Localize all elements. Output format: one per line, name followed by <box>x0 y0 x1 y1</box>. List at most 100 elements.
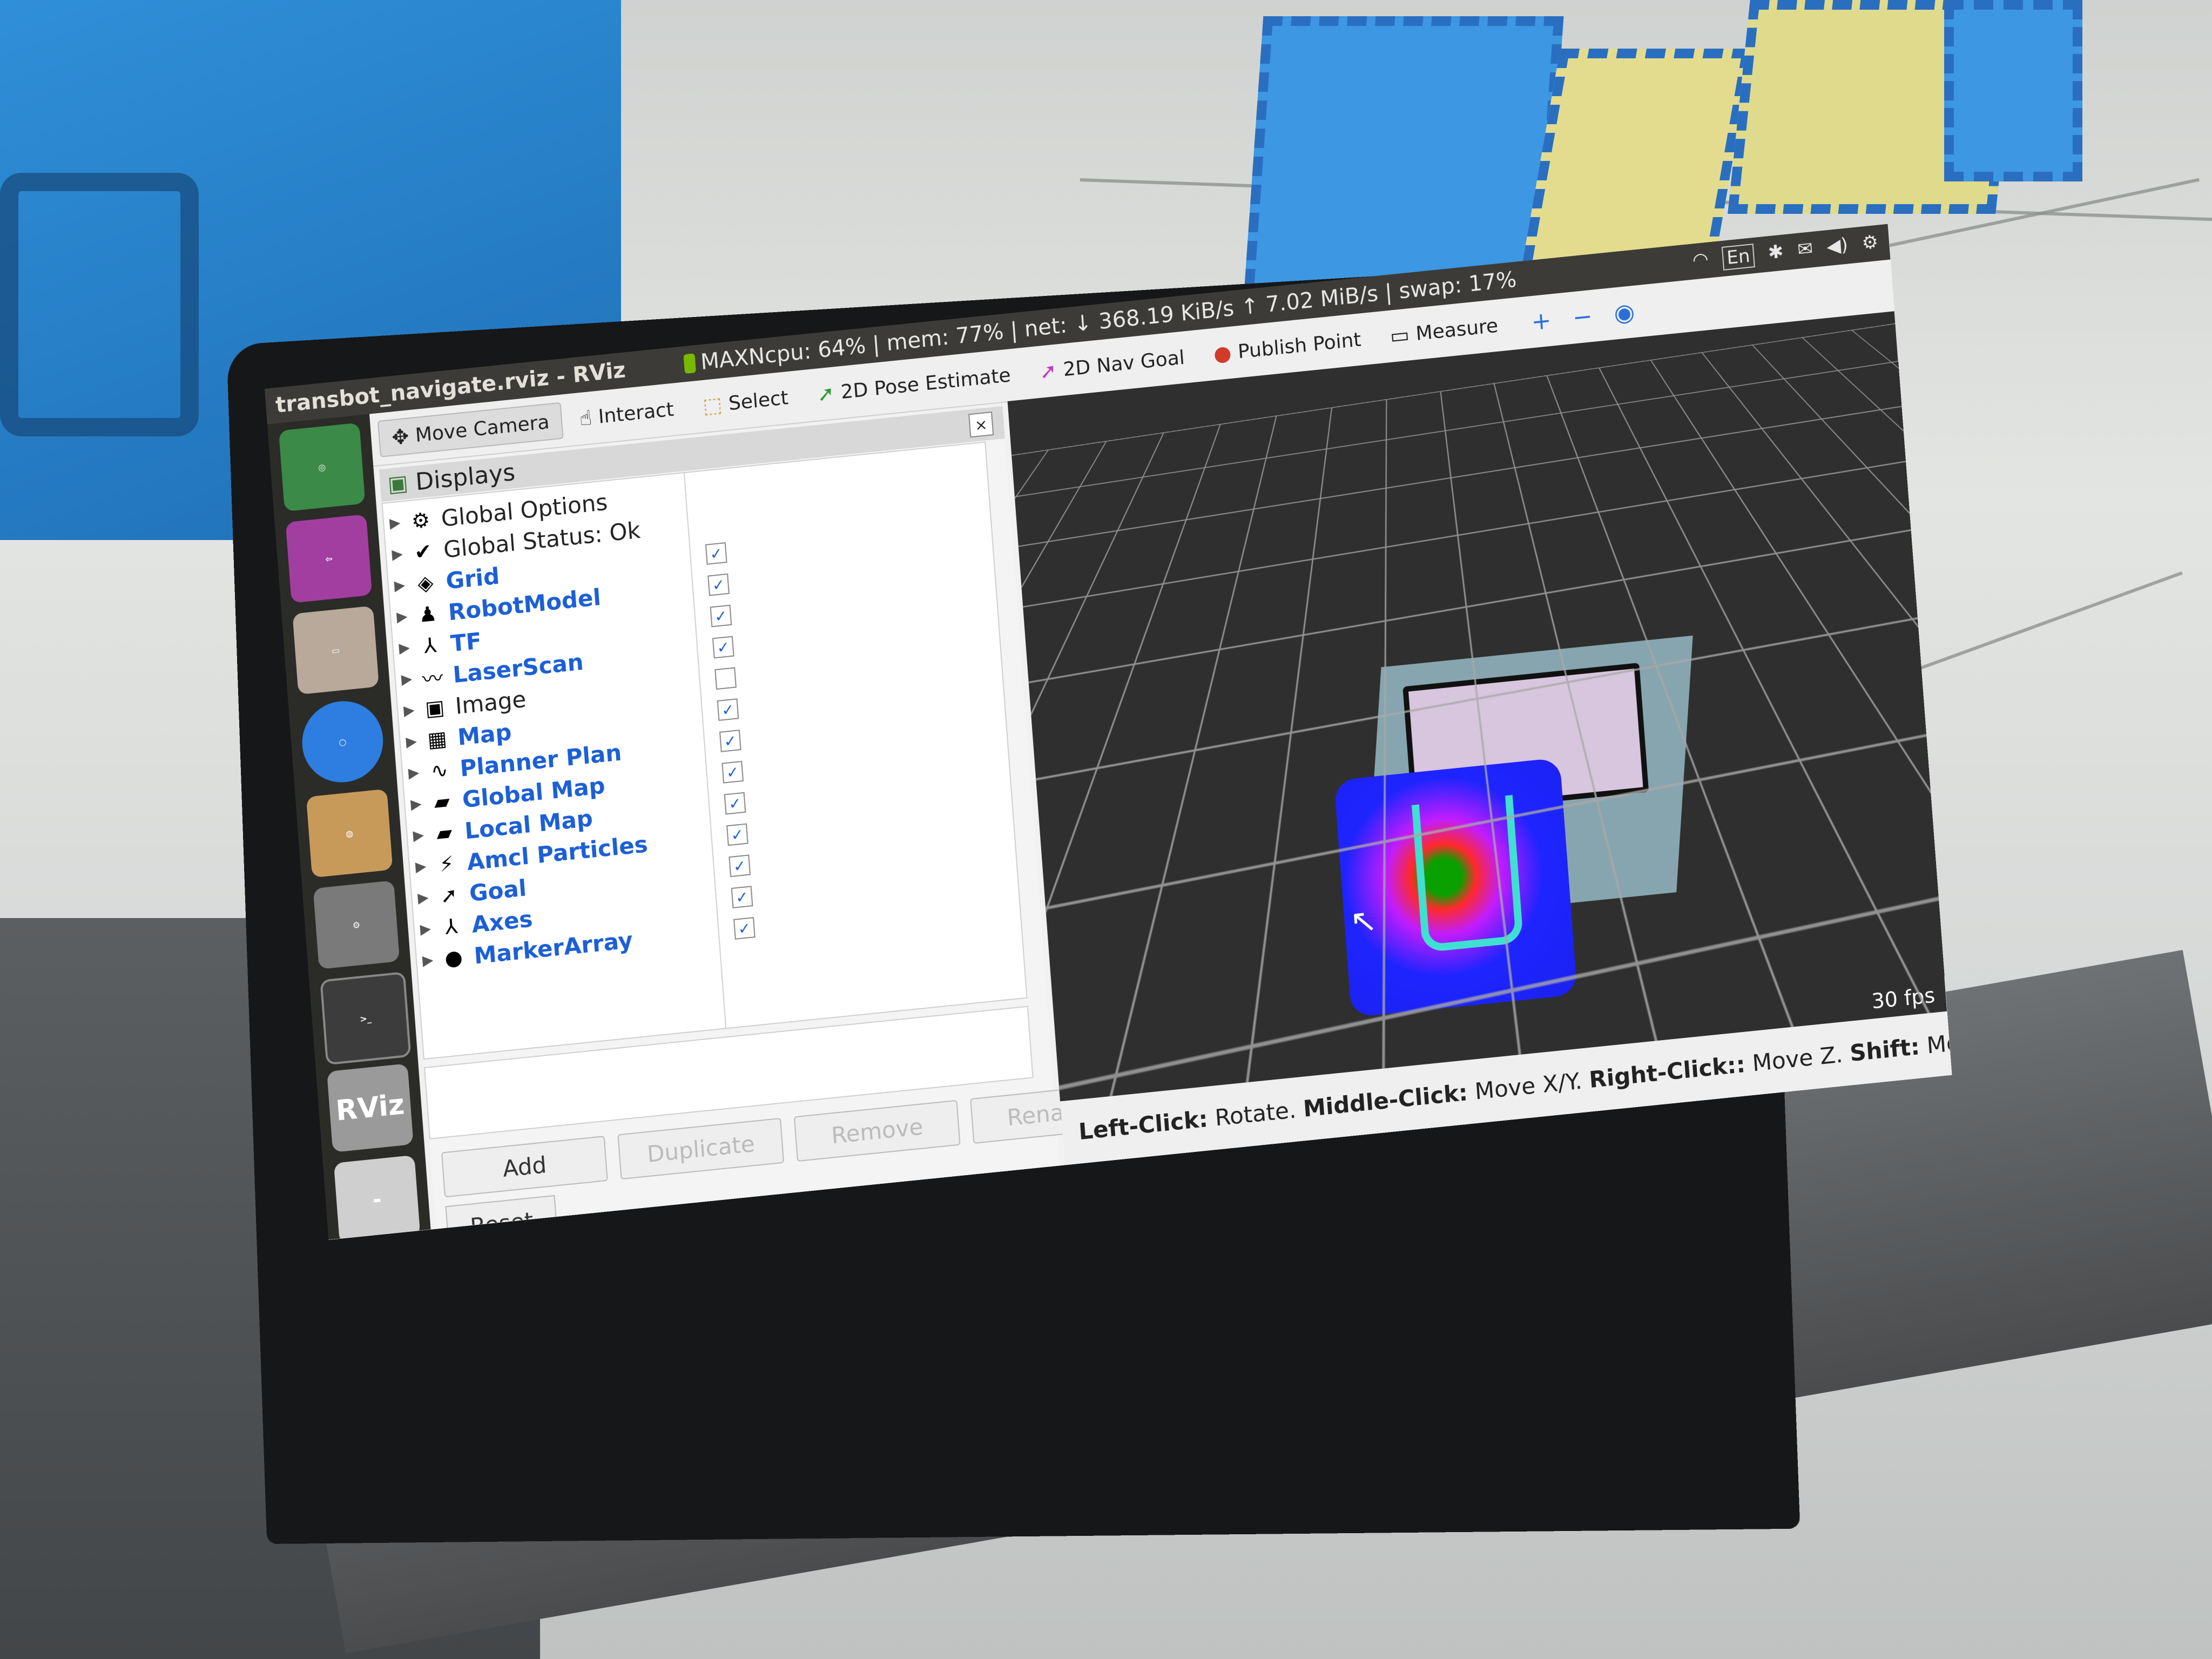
move-camera-icon: ✥ <box>390 424 410 450</box>
enable-checkbox[interactable]: ✓ <box>724 792 746 815</box>
status-middle-click-action: Move X/Y. <box>1474 1067 1583 1105</box>
enable-checkbox[interactable]: ✓ <box>710 604 732 628</box>
goal-arrow-icon: ➚ <box>439 882 458 908</box>
path-icon: ∿ <box>430 758 449 784</box>
move-camera-tool[interactable]: ✥ Move Camera <box>377 402 564 457</box>
map-icon: ▦ <box>427 726 448 752</box>
status-middle-click-key: Middle-Click: <box>1302 1078 1469 1122</box>
tool-properties-icon[interactable]: ◉ <box>1613 298 1636 327</box>
nvidia-power-mode[interactable]: MAXN <box>683 343 766 376</box>
expand-arrow-icon[interactable]: ▶ <box>400 733 423 751</box>
enable-checkbox[interactable]: ✓ <box>717 698 739 721</box>
expand-arrow-icon[interactable]: ▶ <box>412 889 434 907</box>
tool-controls: + − ◉ <box>1530 298 1636 335</box>
green-arrow-icon: ➚ <box>816 381 835 407</box>
close-panel-button[interactable]: × <box>968 412 994 438</box>
expand-arrow-icon[interactable]: ▶ <box>393 639 416 657</box>
planner-path <box>1411 794 1524 953</box>
tf-axes-icon: ⅄ <box>423 633 437 658</box>
drive-icon[interactable]: ▬ <box>333 1155 421 1240</box>
expand-arrow-icon[interactable]: ▶ <box>402 764 425 783</box>
robot-model-icon: ♟ <box>417 601 438 628</box>
select-label: Select <box>727 386 790 415</box>
measure-tool[interactable]: ▭ Measure <box>1377 307 1512 355</box>
file-cabinet-icon[interactable]: ▭ <box>292 605 379 695</box>
enable-checkbox[interactable]: ✓ <box>726 823 748 846</box>
gear-icon: ⚙ <box>410 508 431 534</box>
expand-arrow-icon[interactable]: ▶ <box>397 702 420 720</box>
publish-point-tool[interactable]: ● Publish Point <box>1201 321 1374 373</box>
move-camera-label: Move Camera <box>414 410 550 447</box>
expand-arrow-icon[interactable]: ▶ <box>416 952 439 970</box>
monitor-icon: ▣ <box>387 470 409 497</box>
ubuntu-home-icon[interactable]: ◎ <box>278 422 366 512</box>
interact-tool[interactable]: ☝ Interact <box>567 390 687 437</box>
enable-checkbox[interactable]: ✓ <box>721 760 744 784</box>
chromium-browser-icon[interactable]: ○ <box>299 697 386 786</box>
expand-arrow-icon[interactable]: ▶ <box>390 608 413 626</box>
2d-nav-goal-tool[interactable]: ➚ 2D Nav Goal <box>1027 339 1198 390</box>
expand-arrow-icon[interactable]: ▶ <box>388 576 411 595</box>
displays-title: Displays <box>414 458 516 496</box>
package-globe-icon[interactable]: ◍ <box>306 788 393 878</box>
status-shift-action: More options. <box>1925 1016 1952 1059</box>
grid-icon: ◈ <box>416 570 434 596</box>
remove-button[interactable]: Remove <box>793 1100 961 1162</box>
expand-arrow-icon[interactable]: ▶ <box>409 858 432 876</box>
nav-goal-label: 2D Nav Goal <box>1062 346 1186 381</box>
measure-label: Measure <box>1415 314 1499 345</box>
selection-box-icon: ⬚ <box>702 392 723 419</box>
rviz-launcher-icon[interactable]: RViz <box>327 1063 414 1152</box>
axes-icon: ⅄ <box>444 914 458 939</box>
status-right-click-action: Move Z. <box>1751 1041 1844 1076</box>
mouse-cursor-icon: ↖ <box>1348 901 1379 942</box>
enable-checkbox[interactable]: ✓ <box>731 886 753 908</box>
expand-arrow-icon[interactable]: ▶ <box>386 545 409 564</box>
laser-scan-icon: 〰 <box>421 665 444 692</box>
image-icon: ▣ <box>424 695 446 721</box>
folder-icon: ▰ <box>435 820 453 846</box>
ruler-icon: ▭ <box>1389 322 1411 348</box>
expand-arrow-icon[interactable]: ▶ <box>404 795 427 813</box>
expand-arrow-icon[interactable]: ▶ <box>414 920 437 939</box>
bluetooth-icon[interactable]: ✱ <box>1768 241 1785 266</box>
enable-checkbox[interactable] <box>714 667 737 690</box>
duplicate-button[interactable]: Duplicate <box>617 1117 785 1180</box>
particles-icon: ⚡ <box>439 851 455 877</box>
folder-icon: ▰ <box>433 789 451 814</box>
wifi-icon[interactable]: ◠ <box>1692 248 1710 274</box>
enable-checkbox[interactable]: ✓ <box>712 636 734 659</box>
enable-checkbox[interactable]: ✓ <box>733 917 756 940</box>
volume-icon[interactable]: ◀) <box>1826 234 1849 260</box>
add-tool-button[interactable]: + <box>1530 306 1553 336</box>
settings-gear-icon[interactable]: ⚙ <box>1861 231 1879 257</box>
enable-checkbox[interactable]: ✓ <box>707 573 730 596</box>
expand-arrow-icon[interactable]: ▶ <box>383 514 406 532</box>
settings-tools-icon[interactable]: ⚙ <box>313 880 400 969</box>
status-shift-key: Shift: <box>1849 1033 1921 1067</box>
enable-checkbox[interactable]: ✓ <box>705 542 727 565</box>
enable-checkbox[interactable]: ✓ <box>729 854 751 878</box>
enable-checkbox[interactable]: ✓ <box>719 730 741 752</box>
displays-panel: ▣ Displays × ▶ ⚙ Global Options ▶ ✔ Global St… <box>379 406 1137 1240</box>
magenta-arrow-icon: ➚ <box>1038 358 1058 384</box>
remote-desktop-icon[interactable]: ⇦ <box>285 514 373 603</box>
power-mode-label: MAXN <box>699 343 766 375</box>
keyboard-layout-indicator[interactable]: En <box>1721 244 1755 271</box>
terminal-icon[interactable]: >_ <box>320 971 412 1065</box>
status-left-click-action: Rotate. <box>1213 1096 1297 1131</box>
pose-estimate-label: 2D Pose Estimate <box>840 363 1011 403</box>
add-button[interactable]: Add <box>441 1135 608 1198</box>
3d-render-view[interactable]: ↖ 30 fps <box>1007 311 1947 1102</box>
displays-tree: ▶ ⚙ Global Options ▶ ✔ Global Status: Ok ▶ ◈ Gri… <box>381 441 1028 1060</box>
expand-arrow-icon[interactable]: ▶ <box>395 670 418 689</box>
select-tool[interactable]: ⬚ Select <box>690 379 801 424</box>
remove-tool-button[interactable]: − <box>1572 302 1594 332</box>
mail-icon[interactable]: ✉ <box>1797 238 1814 263</box>
marker-array-icon: ● <box>443 945 464 971</box>
foam-block-blue <box>1944 0 2082 181</box>
wall-robot-arm-decal <box>0 173 199 436</box>
interact-label: Interact <box>597 398 675 428</box>
checkmark-icon: ✔ <box>413 539 433 565</box>
expand-arrow-icon[interactable]: ▶ <box>407 826 430 845</box>
